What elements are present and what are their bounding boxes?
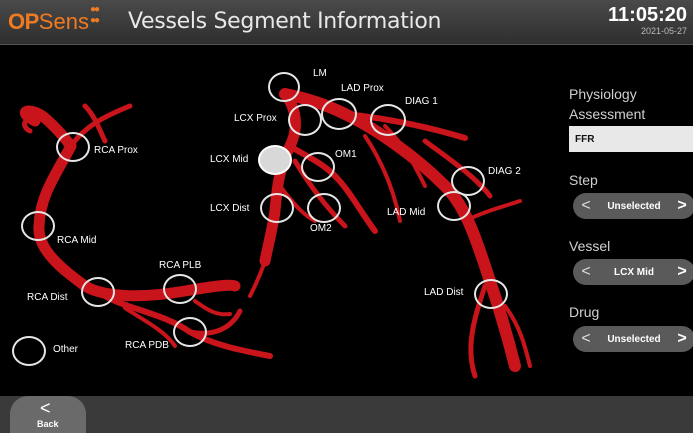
drug-label: Drug (569, 304, 600, 320)
segment-other[interactable] (12, 336, 46, 366)
header-bar: OP Sens ●● ●● Vessels Segment Information… (0, 0, 693, 45)
segment-lad-mid[interactable] (437, 191, 471, 221)
back-button[interactable]: < Back (10, 396, 86, 433)
main-panel: LM LAD Prox DIAG 1 LCX Prox LCX Mid OM1 … (5, 46, 693, 396)
segment-rca-mid[interactable] (21, 211, 55, 241)
segment-om2[interactable] (307, 193, 341, 223)
drug-prev-chevron-left-icon[interactable]: < (579, 330, 593, 348)
page-title: Vessels Segment Information (128, 9, 442, 34)
segment-rca-dist[interactable] (81, 277, 115, 307)
label-rca-plb: RCA PLB (159, 260, 202, 271)
segment-rca-pdb[interactable] (173, 317, 207, 347)
segment-lcx-prox[interactable] (288, 104, 322, 136)
assessment-field[interactable]: FFR (569, 126, 693, 152)
step-value: Unselected (607, 200, 661, 212)
clock-time: 11:05:20 (608, 4, 687, 26)
label-rca-mid: RCA Mid (57, 235, 97, 246)
chevron-left-icon: < (40, 398, 51, 418)
label-lcx-dist: LCX Dist (210, 203, 250, 214)
vessel-label: Vessel (569, 238, 611, 254)
vessel-selector: < LCX Mid > (573, 259, 693, 285)
assessment-label: Assessment (569, 106, 646, 122)
back-label: Back (37, 419, 59, 429)
drug-value: Unselected (607, 333, 661, 345)
label-lcx-prox: LCX Prox (234, 113, 277, 124)
label-lcx-mid: LCX Mid (210, 154, 249, 165)
label-om2: OM2 (310, 223, 332, 234)
drug-selector: < Unselected > (573, 326, 693, 352)
step-prev-chevron-left-icon[interactable]: < (579, 197, 593, 215)
label-other: Other (53, 344, 79, 355)
label-rca-pdb: RCA PDB (125, 340, 169, 351)
logo-sens: Sens (38, 9, 89, 34)
opsens-logo: OP Sens ●● ●● (8, 4, 100, 38)
vessel-next-chevron-right-icon[interactable]: > (675, 263, 689, 281)
segment-om1[interactable] (301, 152, 335, 182)
step-next-chevron-right-icon[interactable]: > (675, 197, 689, 215)
segment-rca-plb[interactable] (163, 274, 197, 304)
rca-vessel (19, 105, 241, 302)
logo-op: OP (8, 9, 39, 34)
vessel-prev-chevron-left-icon[interactable]: < (579, 263, 593, 281)
vessel-value: LCX Mid (614, 266, 654, 278)
coronary-map: LM LAD Prox DIAG 1 LCX Prox LCX Mid OM1 … (5, 46, 560, 396)
drug-next-chevron-right-icon[interactable]: > (675, 330, 689, 348)
step-selector: < Unselected > (573, 193, 693, 219)
label-om1: OM1 (335, 149, 357, 160)
label-lad-prox: LAD Prox (341, 83, 384, 94)
segment-rca-prox[interactable] (56, 132, 90, 162)
label-lad-mid: LAD Mid (387, 207, 426, 218)
label-lm: LM (313, 68, 327, 79)
label-diag2: DIAG 2 (488, 166, 521, 177)
segment-lcx-mid[interactable] (258, 145, 292, 175)
clock-date: 2021-05-27 (640, 26, 687, 36)
bottom-bar (0, 396, 693, 433)
label-rca-prox: RCA Prox (94, 145, 138, 156)
label-diag1: DIAG 1 (405, 96, 438, 107)
label-rca-dist: RCA Dist (27, 292, 68, 303)
segment-lad-prox[interactable] (321, 98, 357, 130)
segment-lcx-dist[interactable] (260, 193, 294, 223)
step-label: Step (569, 172, 598, 188)
segment-lm[interactable] (268, 72, 300, 102)
physiology-label: Physiology (569, 86, 637, 102)
logo-dots-icon: ●● ●● (89, 4, 100, 26)
label-lad-dist: LAD Dist (424, 287, 464, 298)
segment-diag1[interactable] (370, 104, 406, 136)
segment-lad-dist[interactable] (474, 279, 508, 309)
